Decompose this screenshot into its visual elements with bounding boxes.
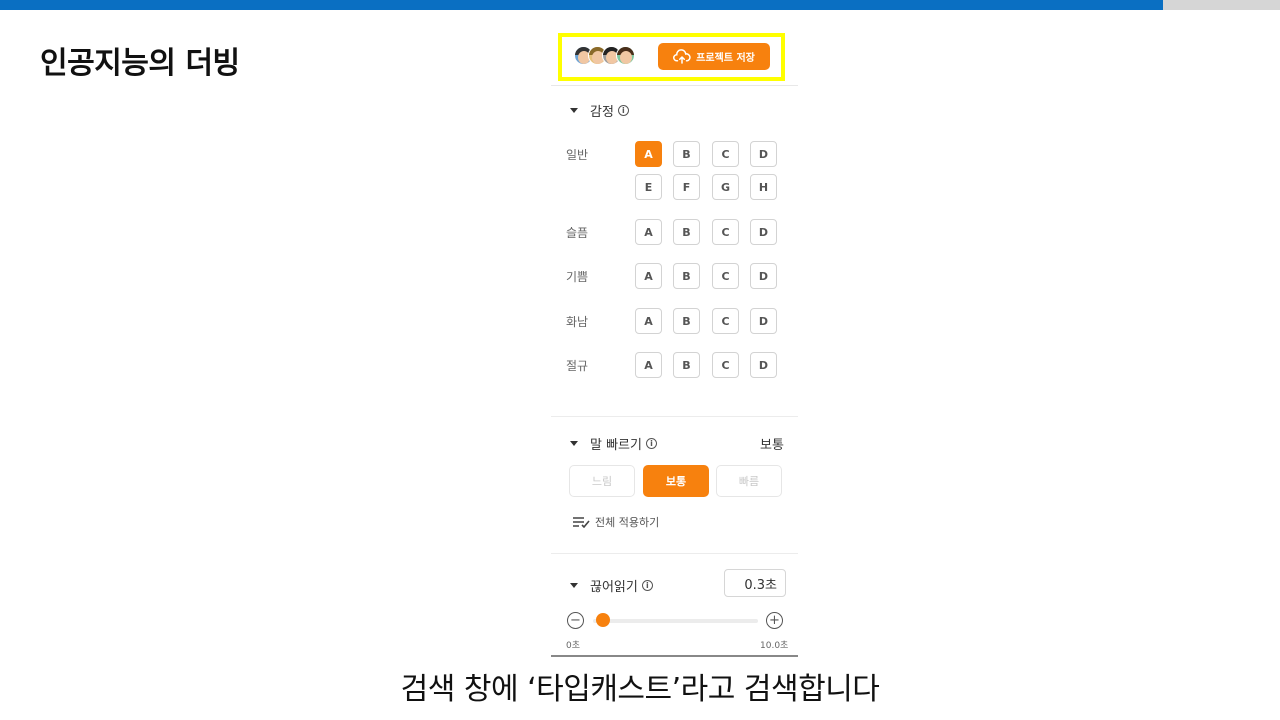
pause-slider-thumb[interactable] bbox=[595, 613, 610, 627]
pause-value-input[interactable]: 0.3초 bbox=[724, 569, 786, 597]
divider bbox=[551, 416, 798, 417]
emotion-option-chip[interactable]: D bbox=[750, 352, 777, 378]
slide-title: 인공지능의 더빙 bbox=[40, 46, 240, 81]
top-accent-bar-gray bbox=[1163, 0, 1280, 10]
info-icon[interactable]: i bbox=[645, 438, 657, 449]
caret-down-icon bbox=[570, 583, 578, 588]
emotion-option-chip[interactable]: B bbox=[673, 219, 700, 245]
speed-option-button[interactable]: 느림 bbox=[569, 465, 635, 497]
panel-bottom-border bbox=[551, 655, 798, 657]
highlight-box bbox=[558, 33, 785, 81]
emotion-group-label: 슬픔 bbox=[566, 226, 589, 240]
slide-caption: 검색 창에 ‘타입캐스트’라고 검색합니다 bbox=[400, 672, 880, 707]
emotion-group-label: 기쁨 bbox=[566, 270, 589, 284]
emotion-section-title: 감정 bbox=[590, 105, 614, 120]
speed-current-value: 보통 bbox=[760, 438, 784, 453]
emotion-option-chip[interactable]: A bbox=[635, 219, 662, 245]
apply-all-button[interactable]: 전체 적용하기 bbox=[572, 514, 659, 530]
emotion-option-chip[interactable]: C bbox=[712, 308, 739, 334]
emotion-option-chip[interactable]: D bbox=[750, 141, 777, 167]
emotion-option-chip[interactable]: D bbox=[750, 308, 777, 334]
caret-down-icon bbox=[570, 441, 578, 446]
emotion-option-chip[interactable]: E bbox=[635, 174, 662, 200]
slider-max-label: 10.0초 bbox=[760, 641, 789, 651]
top-accent-bar bbox=[0, 0, 1163, 10]
emotion-section-toggle[interactable]: 감정 i bbox=[570, 101, 629, 120]
emotion-option-chip[interactable]: A bbox=[635, 263, 662, 289]
voice-settings-panel bbox=[551, 30, 798, 657]
emotion-option-chip[interactable]: A bbox=[635, 308, 662, 334]
pause-section-title: 끊어읽기 bbox=[590, 580, 638, 595]
info-icon[interactable]: i bbox=[617, 105, 629, 116]
caret-down-icon bbox=[570, 108, 578, 113]
minus-circle-icon[interactable]: − bbox=[567, 612, 584, 629]
emotion-group-label: 일반 bbox=[566, 148, 589, 162]
divider bbox=[551, 85, 798, 86]
emotion-group-label: 화남 bbox=[566, 315, 589, 329]
pause-section-toggle[interactable]: 끊어읽기 i bbox=[570, 576, 653, 595]
emotion-option-chip[interactable]: H bbox=[750, 174, 777, 200]
speed-section-title: 말 빠르기 bbox=[590, 438, 642, 453]
info-icon[interactable]: i bbox=[641, 580, 653, 591]
emotion-option-chip[interactable]: D bbox=[750, 263, 777, 289]
emotion-group-label: 절규 bbox=[566, 359, 589, 373]
emotion-option-chip[interactable]: G bbox=[712, 174, 739, 200]
emotion-option-chip[interactable]: C bbox=[712, 352, 739, 378]
emotion-option-chip[interactable]: B bbox=[673, 141, 700, 167]
speed-option-button[interactable]: 빠름 bbox=[716, 465, 782, 497]
emotion-option-chip[interactable]: B bbox=[673, 308, 700, 334]
slider-min-label: 0초 bbox=[566, 641, 581, 651]
emotion-option-chip[interactable]: D bbox=[750, 219, 777, 245]
emotion-option-chip[interactable]: B bbox=[673, 352, 700, 378]
emotion-option-chip[interactable]: F bbox=[673, 174, 700, 200]
apply-all-icon bbox=[573, 517, 590, 528]
apply-all-label: 전체 적용하기 bbox=[595, 516, 660, 529]
emotion-option-chip[interactable]: B bbox=[673, 263, 700, 289]
divider bbox=[551, 553, 798, 554]
speed-section-toggle[interactable]: 말 빠르기 i bbox=[570, 434, 657, 453]
plus-circle-icon[interactable]: + bbox=[766, 612, 783, 629]
speed-option-button[interactable]: 보통 bbox=[643, 465, 709, 497]
emotion-option-chip[interactable]: C bbox=[712, 263, 739, 289]
emotion-option-chip[interactable]: C bbox=[712, 141, 739, 167]
pause-slider-track[interactable] bbox=[593, 619, 758, 623]
emotion-option-chip[interactable]: A bbox=[635, 141, 662, 167]
emotion-option-chip[interactable]: C bbox=[712, 219, 739, 245]
emotion-option-chip[interactable]: A bbox=[635, 352, 662, 378]
